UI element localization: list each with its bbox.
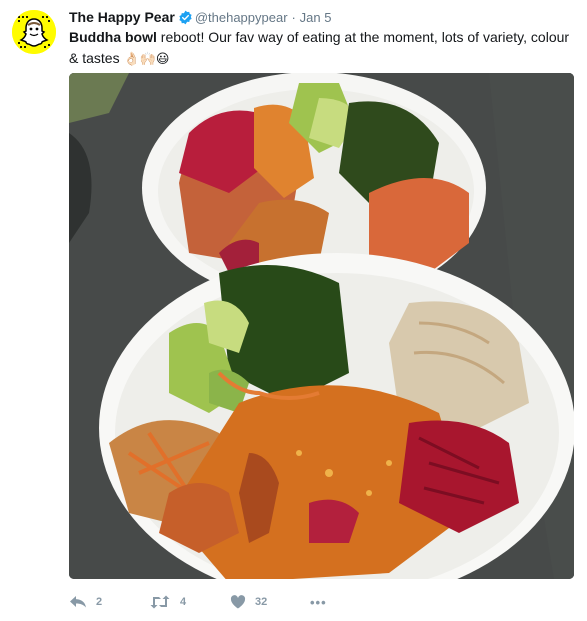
buddha-bowl-photo (69, 73, 574, 579)
separator-dot: · (291, 10, 296, 25)
tweet-date[interactable]: Jan 5 (300, 10, 332, 25)
reply-count: 2 (96, 596, 103, 608)
snapchat-ghost-avatar-icon (12, 10, 56, 54)
avatar[interactable] (12, 10, 56, 54)
author-handle[interactable]: @thehappypear (195, 10, 288, 25)
more-dots-icon: ••• (310, 594, 327, 610)
more-button[interactable]: ••• (310, 592, 334, 612)
heart-icon (230, 595, 246, 609)
tweet-photo[interactable] (69, 73, 574, 579)
retweet-button[interactable]: 4 (149, 592, 230, 612)
retweet-icon (150, 595, 170, 609)
tweet-actions: 2 4 32 ••• (69, 592, 334, 612)
tweet-text-bold: Buddha bowl (69, 29, 157, 45)
reply-icon (70, 596, 86, 608)
like-button[interactable]: 32 (230, 592, 310, 612)
retweet-count: 4 (180, 596, 187, 608)
tweet-header: The Happy Pear @thehappypear · Jan 5 (69, 8, 577, 26)
reply-button[interactable]: 2 (69, 592, 149, 612)
tweet-emojis: 👌🏻🙌🏻😃 (123, 52, 170, 67)
verified-badge-icon (179, 10, 192, 25)
author-name[interactable]: The Happy Pear (69, 9, 175, 25)
tweet-text: Buddha bowl reboot! Our fav way of eatin… (69, 27, 577, 70)
like-count: 32 (255, 596, 268, 608)
